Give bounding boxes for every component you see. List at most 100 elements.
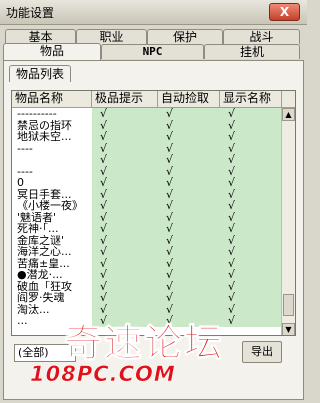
rare-alert-check[interactable]: √ bbox=[92, 200, 158, 212]
rare-alert-check[interactable]: √ bbox=[92, 211, 158, 223]
item-name-cell: 苦痛±皇... bbox=[17, 257, 70, 269]
show-name-check[interactable]: √ bbox=[220, 142, 282, 154]
table-row[interactable]: 苦痛±皇... √ √ √ bbox=[12, 257, 282, 269]
rare-alert-check[interactable]: √ bbox=[92, 131, 158, 143]
table-row[interactable]: ---------- √ √ √ bbox=[12, 108, 282, 120]
item-name-cell: 《小楼一夜》 bbox=[17, 200, 83, 212]
table-row[interactable]: ---- √ √ √ bbox=[12, 142, 282, 154]
show-name-check[interactable]: √ bbox=[220, 108, 282, 120]
auto-pickup-check[interactable]: √ bbox=[158, 165, 220, 177]
rare-alert-check[interactable]: √ bbox=[92, 246, 158, 258]
item-name-cell: 金库之谜' bbox=[17, 234, 65, 246]
column-header-rare-alert[interactable]: 极品提示 bbox=[92, 91, 158, 107]
table-row[interactable]: ●潜龙·... √ √ √ bbox=[12, 269, 282, 281]
table-row[interactable]: '魅语者' √ √ √ bbox=[12, 211, 282, 223]
tab-item-list[interactable]: 物品列表 bbox=[9, 65, 71, 82]
tab-npc[interactable]: NPC bbox=[101, 44, 204, 59]
show-name-check[interactable]: √ bbox=[220, 280, 282, 292]
watermark-url: 108PC.COM bbox=[30, 362, 176, 387]
item-name-cell: 海洋之心... bbox=[17, 246, 72, 258]
table-row[interactable]: 死神·「... √ √ √ bbox=[12, 223, 282, 235]
auto-pickup-check[interactable]: √ bbox=[158, 200, 220, 212]
rare-alert-check[interactable]: √ bbox=[92, 257, 158, 269]
rare-alert-check[interactable]: √ bbox=[92, 142, 158, 154]
item-name-cell: ●潜龙·... bbox=[17, 269, 63, 281]
item-name-cell: ---- bbox=[17, 142, 33, 154]
item-name-cell: 死神·「... bbox=[17, 223, 59, 235]
tab-items[interactable]: 物品 bbox=[3, 43, 101, 60]
rare-alert-check[interactable]: √ bbox=[92, 234, 158, 246]
column-header-name[interactable]: 物品名称 bbox=[12, 91, 92, 107]
rare-alert-check[interactable]: √ bbox=[92, 269, 158, 281]
table-row[interactable]: √ √ √ bbox=[12, 154, 282, 166]
auto-pickup-check[interactable]: √ bbox=[158, 257, 220, 269]
auto-pickup-check[interactable]: √ bbox=[158, 142, 220, 154]
item-name-cell: 冥日手套... bbox=[17, 188, 72, 200]
show-name-check[interactable]: √ bbox=[220, 223, 282, 235]
show-name-check[interactable]: √ bbox=[220, 154, 282, 166]
show-name-check[interactable]: √ bbox=[220, 119, 282, 131]
show-name-check[interactable]: √ bbox=[220, 246, 282, 258]
site-watermark: 奇速论坛 108PC.COM bbox=[0, 300, 307, 400]
item-name-cell: 禁忌の指环 bbox=[17, 119, 72, 131]
auto-pickup-check[interactable]: √ bbox=[158, 119, 220, 131]
tab-profession[interactable]: 职业 bbox=[76, 29, 147, 44]
auto-pickup-check[interactable]: √ bbox=[158, 188, 220, 200]
rare-alert-check[interactable]: √ bbox=[92, 119, 158, 131]
tab-combat[interactable]: 战斗 bbox=[223, 29, 300, 44]
item-name-cell: 0 bbox=[17, 177, 24, 189]
rare-alert-check[interactable]: √ bbox=[92, 165, 158, 177]
tab-basic[interactable]: 基本 bbox=[5, 29, 76, 44]
show-name-check[interactable]: √ bbox=[220, 234, 282, 246]
list-header: 物品名称 极品提示 自动捡取 显示名称 bbox=[12, 91, 295, 108]
auto-pickup-check[interactable]: √ bbox=[158, 211, 220, 223]
table-row[interactable]: ---- √ √ √ bbox=[12, 165, 282, 177]
item-name-cell: 地狱未空... bbox=[17, 131, 72, 143]
show-name-check[interactable]: √ bbox=[220, 269, 282, 281]
table-row[interactable]: 破血「狂攻 √ √ √ bbox=[12, 280, 282, 292]
show-name-check[interactable]: √ bbox=[220, 200, 282, 212]
item-name-cell: '魅语者' bbox=[17, 211, 57, 223]
rare-alert-check[interactable]: √ bbox=[92, 223, 158, 235]
auto-pickup-check[interactable]: √ bbox=[158, 131, 220, 143]
table-row[interactable]: 地狱未空... √ √ √ bbox=[12, 131, 282, 143]
table-row[interactable]: 冥日手套... √ √ √ bbox=[12, 188, 282, 200]
auto-pickup-check[interactable]: √ bbox=[158, 269, 220, 281]
table-row[interactable]: 禁忌の指环 √ √ √ bbox=[12, 119, 282, 131]
tab-idle[interactable]: 挂机 bbox=[204, 44, 300, 59]
table-row[interactable]: 0 √ √ √ bbox=[12, 177, 282, 189]
table-row[interactable]: 海洋之心... √ √ √ bbox=[12, 246, 282, 258]
title-bar: 功能设置 X bbox=[0, 0, 307, 25]
auto-pickup-check[interactable]: √ bbox=[158, 154, 220, 166]
window-title: 功能设置 bbox=[6, 6, 55, 20]
auto-pickup-check[interactable]: √ bbox=[158, 223, 220, 235]
column-header-show-name[interactable]: 显示名称 bbox=[220, 91, 282, 107]
show-name-check[interactable]: √ bbox=[220, 165, 282, 177]
auto-pickup-check[interactable]: √ bbox=[158, 246, 220, 258]
watermark-title: 奇速论坛 bbox=[63, 321, 225, 366]
close-button[interactable]: X bbox=[269, 3, 300, 21]
show-name-check[interactable]: √ bbox=[220, 177, 282, 189]
item-name-cell: ---- bbox=[17, 165, 33, 177]
auto-pickup-check[interactable]: √ bbox=[158, 234, 220, 246]
rare-alert-check[interactable]: √ bbox=[92, 188, 158, 200]
show-name-check[interactable]: √ bbox=[220, 257, 282, 269]
rare-alert-check[interactable]: √ bbox=[92, 154, 158, 166]
show-name-check[interactable]: √ bbox=[220, 211, 282, 223]
item-name-cell: 破血「狂攻 bbox=[17, 280, 72, 292]
rare-alert-check[interactable]: √ bbox=[92, 177, 158, 189]
column-header-auto-pickup[interactable]: 自动捡取 bbox=[158, 91, 220, 107]
show-name-check[interactable]: √ bbox=[220, 188, 282, 200]
rare-alert-check[interactable]: √ bbox=[92, 108, 158, 120]
scroll-up-button[interactable]: ▲ bbox=[282, 108, 295, 121]
table-row[interactable]: 《小楼一夜》 √ √ √ bbox=[12, 200, 282, 212]
table-row[interactable]: 金库之谜' √ √ √ bbox=[12, 234, 282, 246]
auto-pickup-check[interactable]: √ bbox=[158, 108, 220, 120]
auto-pickup-check[interactable]: √ bbox=[158, 177, 220, 189]
tab-protection[interactable]: 保护 bbox=[147, 29, 223, 44]
rare-alert-check[interactable]: √ bbox=[92, 280, 158, 292]
auto-pickup-check[interactable]: √ bbox=[158, 280, 220, 292]
item-name-cell: ---------- bbox=[17, 108, 57, 120]
show-name-check[interactable]: √ bbox=[220, 131, 282, 143]
item-name-cell bbox=[17, 154, 92, 166]
